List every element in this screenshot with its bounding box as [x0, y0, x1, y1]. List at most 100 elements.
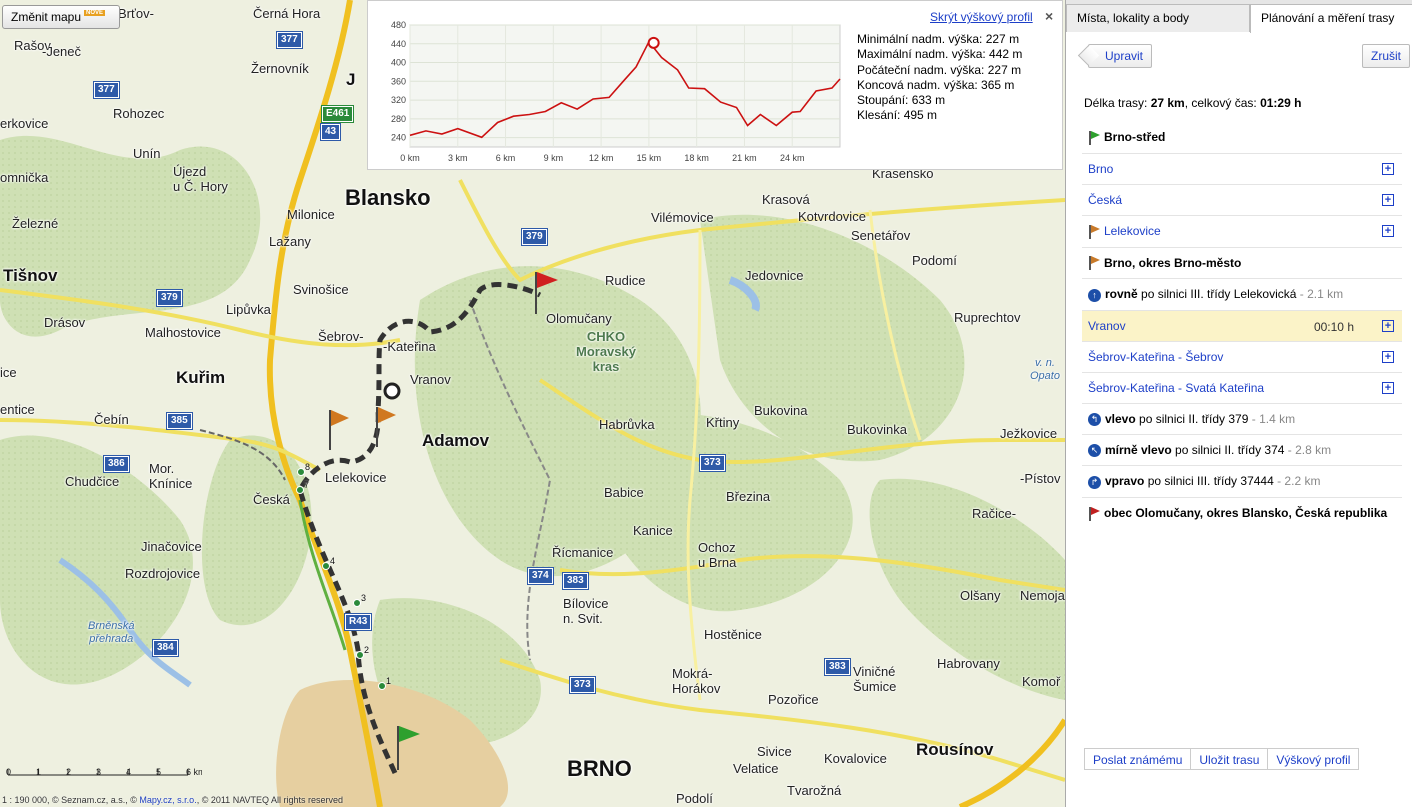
waypoint-vranov[interactable]: Vranov 00:10 h +	[1082, 310, 1402, 342]
tab-route-planning[interactable]: Plánování a měření trasy	[1250, 4, 1412, 33]
route-start[interactable]: Brno-střed	[1082, 124, 1402, 154]
stat-max: Maximální nadm. výška: 442 m	[857, 47, 1023, 62]
waypoint-svata-katerina[interactable]: Šebrov-Kateřina - Svatá Kateřina +	[1082, 373, 1402, 404]
new-badge: NOVÉ	[84, 10, 106, 16]
place-label: BRNO	[567, 756, 632, 781]
km-marker	[322, 562, 330, 570]
km-marker-label: 4	[330, 556, 336, 566]
elevation-profile-panel: 480 440 400 360 320 280 240 0 km 3 km 6 km 9 km 12 …	[367, 0, 1063, 170]
red-flag-icon	[1088, 506, 1100, 521]
place-label: Ježkovice	[1000, 426, 1058, 441]
expand-icon[interactable]: +	[1382, 162, 1394, 175]
km-marker	[353, 599, 361, 607]
place-label: -Pístov	[1020, 471, 1061, 486]
tab-places[interactable]: Místa, lokality a body	[1066, 4, 1250, 32]
expand-icon[interactable]: +	[1382, 193, 1394, 206]
place-label: Olomučany	[546, 311, 612, 326]
place-label: Kotvrdovice	[798, 209, 866, 224]
place-label: Svinošice	[293, 282, 349, 297]
scale-label: 2	[66, 767, 71, 777]
y-tick-label: 400	[391, 58, 406, 68]
waypoint-brno[interactable]: Brno +	[1082, 154, 1402, 185]
km-marker-label: 1	[386, 676, 392, 686]
x-tick-label: 3 km	[448, 153, 468, 163]
expand-icon[interactable]: +	[1382, 350, 1394, 363]
route-panel: Místa, lokality a body Plánování a měřen…	[1065, 0, 1412, 807]
hide-profile-link[interactable]: Skrýt výškový profil	[930, 10, 1033, 24]
close-icon[interactable]: ×	[1045, 8, 1053, 24]
place-label: Malhostovice	[145, 325, 221, 340]
place-label: Rohozec	[113, 106, 165, 121]
place-label: Ruprechtov	[954, 310, 1021, 325]
km-marker	[378, 682, 386, 690]
edit-button[interactable]: Upravit	[1088, 44, 1153, 68]
route-via[interactable]: Brno, okres Brno-město	[1082, 248, 1402, 280]
map-scale: 0 1 2 3 4 5 6 km	[6, 767, 202, 777]
road-shield: 379	[156, 289, 183, 307]
expand-icon[interactable]: +	[1382, 319, 1394, 332]
km-marker-label: 2	[364, 645, 370, 655]
place-label: Křtiny	[706, 415, 740, 430]
expand-icon[interactable]: +	[1382, 381, 1394, 394]
waypoint-lelekovice[interactable]: Lelekovice +	[1082, 216, 1402, 248]
map-view[interactable]: Brťov- Černá Hora Rašov -Jeneč Žernovník Jerk…	[0, 0, 1065, 807]
road-shield: 383	[562, 572, 589, 590]
elevation-stats: Minimální nadm. výška: 227 m Maximální n…	[857, 32, 1022, 124]
save-route-button[interactable]: Uložit trasu	[1191, 749, 1269, 769]
scale-label: 6 km	[186, 767, 202, 777]
cancel-button[interactable]: Zrušit	[1362, 44, 1410, 68]
road-shield: 377	[276, 31, 303, 49]
road-shield: E461	[320, 105, 355, 123]
place-label: Vranov	[410, 372, 451, 387]
road-shield: 377	[93, 81, 120, 99]
place-label: Krasová	[762, 192, 810, 207]
place-label: entice	[0, 402, 35, 417]
send-to-friend-button[interactable]: Poslat známému	[1085, 749, 1192, 769]
place-label: Tvarožná	[787, 783, 842, 798]
elevation-profile-button[interactable]: Výškový profil	[1268, 749, 1359, 769]
place-label: Bukovinka	[847, 422, 907, 437]
y-tick-label: 360	[391, 76, 406, 86]
place-label: Babice	[604, 485, 644, 500]
mapy-link[interactable]: Mapy.cz, s.r.o.	[139, 795, 196, 805]
waypoint-sebrov[interactable]: Šebrov-Kateřina - Šebrov +	[1082, 342, 1402, 373]
place-label: Olšany	[960, 588, 1001, 603]
place-label: Kanice	[633, 523, 673, 538]
place-label: Drásov	[44, 315, 86, 330]
place-label: Jedovnice	[745, 268, 804, 283]
step-left[interactable]: ↰ vlevo po silnici II. třídy 379 - 1.4 km	[1082, 404, 1402, 436]
x-tick-label: 0 km	[400, 153, 420, 163]
scale-label: 4	[126, 767, 131, 777]
place-label: erkovice	[0, 116, 49, 131]
route-end[interactable]: obec Olomučany, okres Blansko, Česká rep…	[1082, 498, 1402, 529]
place-label: Milonice	[287, 207, 335, 222]
km-marker-label: 3	[361, 593, 367, 603]
step-slight-left[interactable]: ↖ mírně vlevo po silnici II. třídy 374 - …	[1082, 435, 1402, 467]
place-label: Senetářov	[851, 228, 911, 243]
start-flag-icon	[397, 726, 420, 770]
place-label: -Jeneč	[42, 44, 82, 59]
stat-start: Počáteční nadm. výška: 227 m	[857, 62, 1022, 77]
change-map-button[interactable]: Změnit mapu NOVÉ	[2, 5, 120, 29]
step-straight[interactable]: ↑ rovně po silnici III. třídy Lelekovická…	[1082, 279, 1402, 311]
place-label: Adamov	[422, 431, 490, 450]
km-marker	[296, 486, 304, 494]
place-label: Unín	[133, 146, 161, 161]
waypoint-ceska[interactable]: Česká +	[1082, 185, 1402, 216]
scale-label: 1	[36, 767, 41, 777]
green-flag-icon	[1088, 130, 1100, 145]
expand-icon[interactable]: +	[1382, 224, 1394, 237]
place-label: Rudice	[605, 273, 646, 288]
place-label: Chudčice	[65, 474, 120, 489]
place-label: Lažany	[269, 234, 311, 249]
route-time: 01:29 h	[1260, 96, 1302, 110]
panel-footer: Poslat známému Uložit trasu Výškový prof…	[1084, 748, 1360, 770]
route-flags	[329, 407, 396, 450]
road-shield: R43	[343, 613, 373, 631]
step-right[interactable]: ↱ vpravo po silnici III. třídy 37444 - 2.…	[1082, 466, 1402, 498]
x-tick-label: 12 km	[589, 153, 614, 163]
place-label: Podolí	[676, 791, 713, 806]
place-label: Viničné Šumice	[853, 664, 897, 694]
place-label: Komoř	[1022, 674, 1061, 689]
slight-left-icon: ↖	[1088, 444, 1101, 458]
